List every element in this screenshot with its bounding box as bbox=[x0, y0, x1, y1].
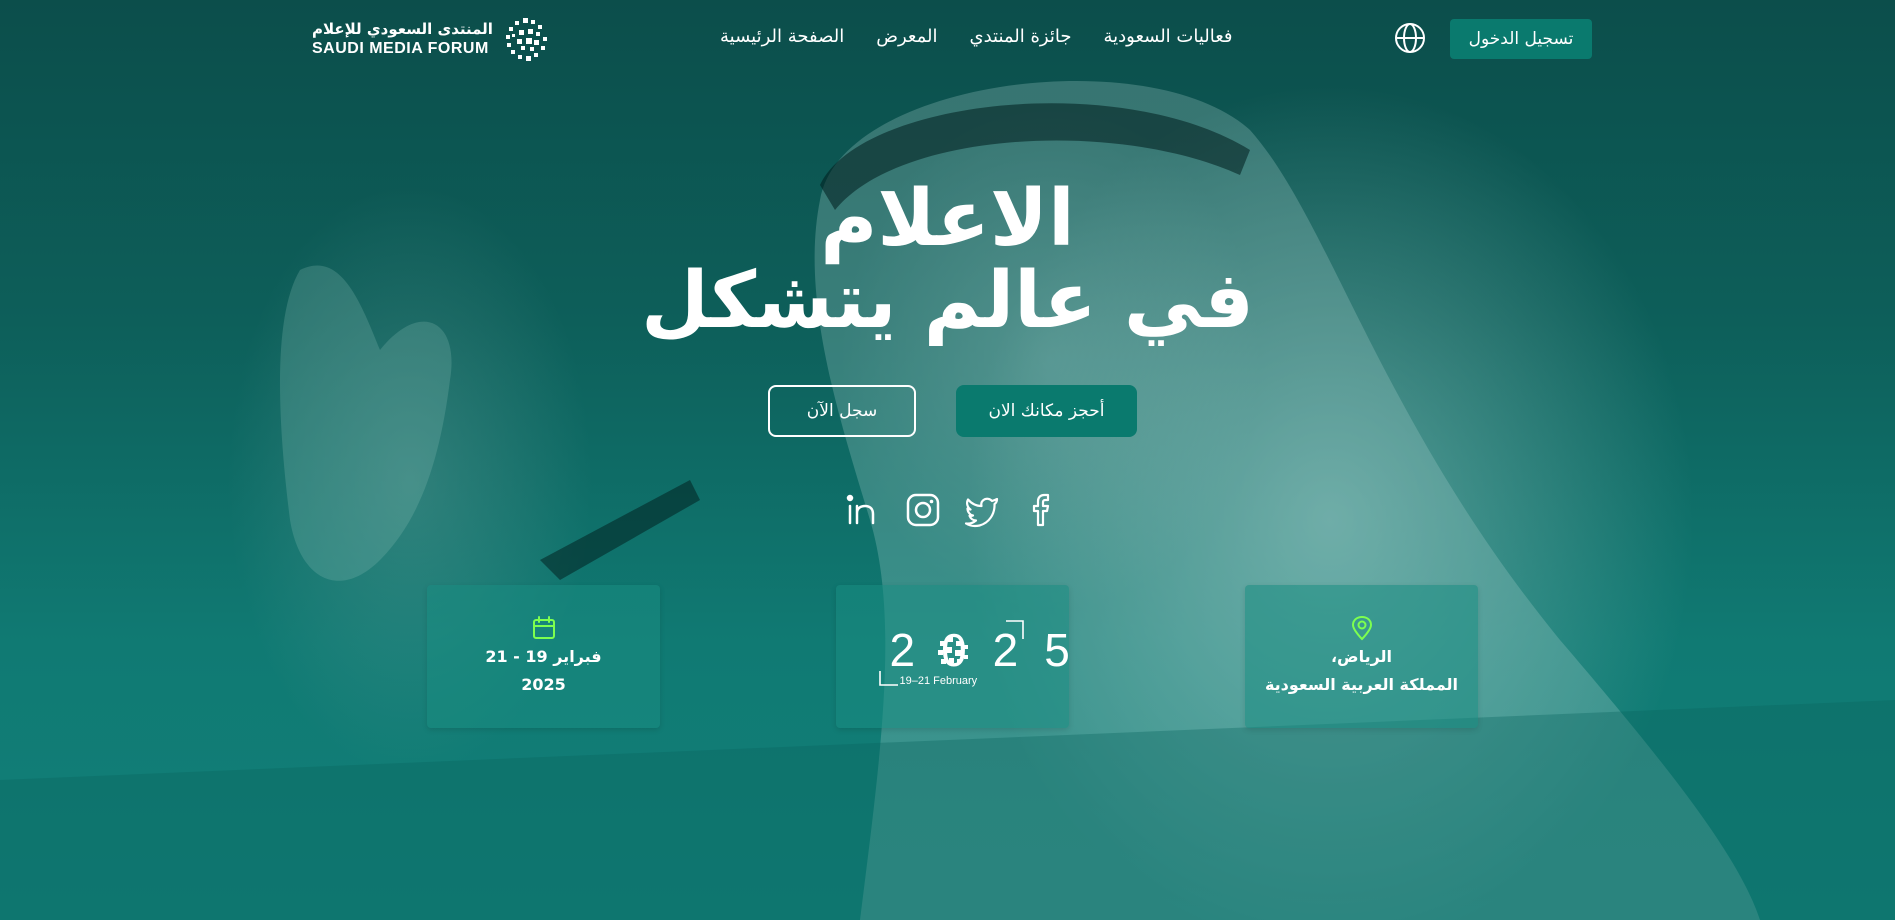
location-pin-icon bbox=[1351, 615, 1372, 640]
location-country: المملكة العربية السعودية bbox=[1264, 674, 1459, 694]
register-now-button[interactable]: سجل الآن bbox=[768, 385, 916, 437]
event-date-card: فبراير 19 - 21 2025 bbox=[427, 585, 660, 728]
linkedin-icon[interactable] bbox=[844, 492, 880, 528]
nav-exhibition[interactable]: المعرض bbox=[876, 26, 937, 47]
event-location-card: الرياض، المملكة العربية السعودية bbox=[1245, 585, 1478, 728]
nav-saudi-events[interactable]: فعاليات السعودية bbox=[1103, 26, 1232, 47]
calendar-icon bbox=[532, 615, 555, 639]
logo-arabic-text: المنتدى السعودي للإعلام bbox=[312, 19, 493, 38]
book-your-seat-button[interactable]: أحجز مكانك الان bbox=[956, 385, 1137, 437]
event-logo-dates: 19–21 February bbox=[899, 674, 978, 687]
event-logo-year: 2025 bbox=[889, 623, 1096, 676]
hero-title-line1: الاعلام bbox=[820, 174, 1075, 264]
main-nav: الصفحة الرئيسية المعرض جائزة المنتدي فعا… bbox=[720, 26, 1233, 47]
hero-background-photo bbox=[0, 0, 1895, 920]
event-date-range: فبراير 19 - 21 bbox=[485, 646, 602, 666]
hero-title-line2: في عالم يتشكل bbox=[641, 256, 1254, 346]
saudi-media-forum-logo[interactable]: المنتدى السعودي للإعلام SAUDI MEDIA FORU… bbox=[312, 16, 549, 62]
event-year: 2025 bbox=[521, 674, 566, 694]
globe-icon[interactable] bbox=[1394, 22, 1426, 54]
twitter-icon[interactable] bbox=[964, 492, 1000, 528]
facebook-icon[interactable] bbox=[1025, 492, 1061, 528]
instagram-icon[interactable] bbox=[905, 492, 941, 528]
location-city: الرياض، bbox=[1330, 646, 1393, 666]
nav-home[interactable]: الصفحة الرئيسية bbox=[720, 26, 844, 47]
logo-english-text: SAUDI MEDIA FORUM bbox=[312, 39, 489, 57]
event-2025-logo: 2025 19–21 February bbox=[878, 619, 1070, 695]
nav-forum-award[interactable]: جائزة المنتدي bbox=[969, 26, 1071, 47]
login-button[interactable]: تسجيل الدخول bbox=[1450, 19, 1592, 59]
logo-dots-mark-icon bbox=[505, 18, 547, 61]
event-logo-card: 2025 19–21 February bbox=[836, 585, 1070, 728]
